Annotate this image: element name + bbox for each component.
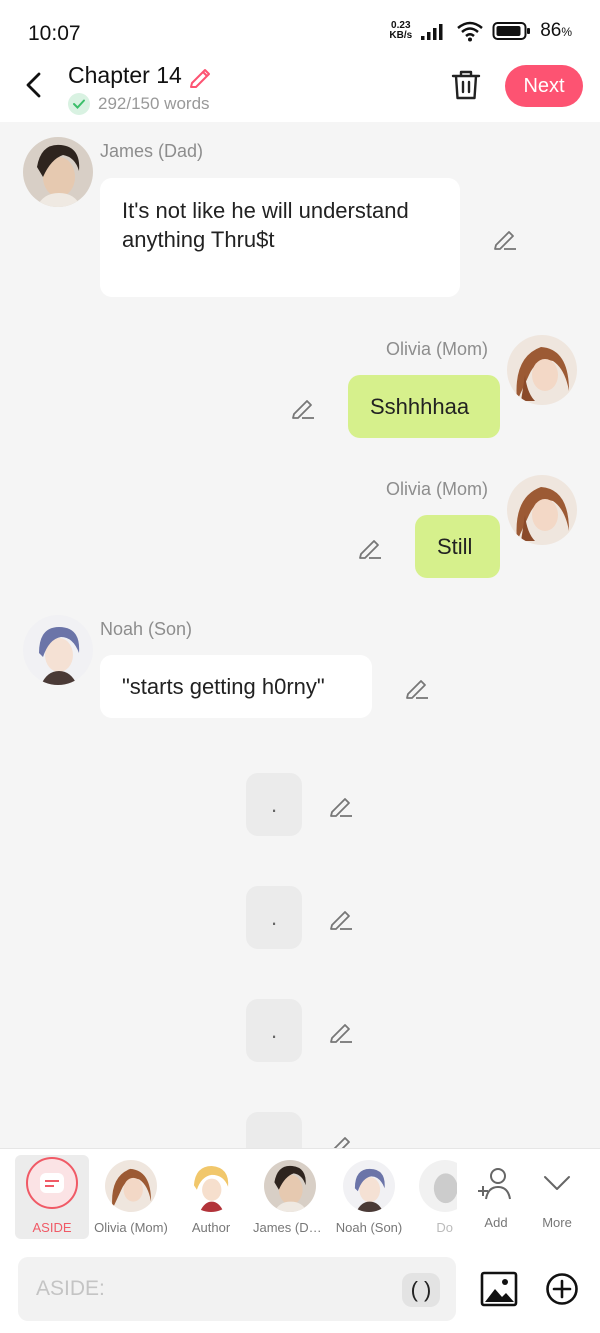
next-button[interactable]: Next (505, 65, 583, 107)
character-author[interactable]: Author (174, 1155, 248, 1239)
wifi-icon (457, 21, 483, 42)
avatar-james[interactable] (23, 137, 93, 207)
speaker-name: Olivia (Mom) (386, 479, 488, 499)
back-arrow-icon[interactable] (18, 68, 52, 102)
message-text: Still (437, 534, 473, 559)
word-count-text: 292/150 words (98, 94, 210, 113)
speaker-name: Noah (Son) (100, 619, 193, 639)
message-bubble[interactable]: "starts getting h0rny" (100, 655, 372, 718)
check-icon (68, 93, 90, 115)
speaker-name: Olivia (Mom) (386, 339, 488, 359)
more-button[interactable]: More (520, 1155, 594, 1239)
character-noah[interactable]: Noah (Son) (332, 1155, 406, 1239)
network-speed: 0.23 KB/s (389, 21, 412, 41)
message-text: Sshhhhaa (370, 394, 470, 419)
word-count: 292/150 words (68, 93, 214, 115)
message-bubble[interactable]: It's not like he will understand anythin… (100, 178, 460, 297)
avatar-partial (419, 1160, 457, 1212)
speaker-name: James (Dad) (100, 141, 204, 161)
chapter-header: Chapter 14 292/150 words Next (0, 60, 600, 122)
chapter-title-text: Chapter 14 (68, 62, 182, 88)
message-text: . (270, 905, 278, 930)
aside-bubble[interactable]: . (246, 999, 302, 1062)
avatar-noah (343, 1160, 395, 1212)
image-icon[interactable] (480, 1271, 518, 1307)
status-bar: 10:07 0.23 KB/s 86% (0, 0, 600, 60)
plus-circle-icon[interactable] (545, 1272, 579, 1306)
message-bubble[interactable]: Still (415, 515, 500, 578)
avatar-noah[interactable] (23, 615, 93, 685)
message-text: It's not like he will understand anythin… (122, 198, 409, 252)
character-label: James (Dad) (253, 1220, 327, 1235)
parentheses-button[interactable]: ( ) (402, 1273, 440, 1307)
edit-pencil-icon[interactable] (328, 905, 354, 931)
more-label: More (542, 1215, 572, 1230)
character-label: ASIDE (32, 1220, 72, 1235)
message-text: . (270, 1018, 278, 1043)
battery-value: 86 (540, 20, 562, 41)
avatar-olivia[interactable] (507, 475, 577, 545)
edit-pencil-icon[interactable] (290, 394, 316, 420)
message-text: . (270, 792, 278, 817)
character-partial[interactable]: Do (411, 1155, 457, 1239)
character-label: Olivia (Mom) (94, 1220, 168, 1235)
edit-pencil-icon[interactable] (492, 225, 518, 251)
title-block: Chapter 14 292/150 words (68, 62, 214, 115)
trash-icon[interactable] (450, 68, 482, 102)
message-text: "starts getting h0rny" (122, 674, 325, 699)
character-selector: ASIDE Olivia (Mom) Author James (Dad) No… (0, 1148, 600, 1246)
message-input[interactable] (18, 1257, 456, 1321)
avatar-olivia[interactable] (507, 335, 577, 405)
edit-pencil-icon[interactable] (357, 534, 383, 560)
aside-bubble[interactable]: . (246, 773, 302, 836)
avatar-author (185, 1160, 237, 1212)
battery-unit: % (561, 25, 572, 39)
battery-icon (492, 22, 531, 40)
chapter-title[interactable]: Chapter 14 (68, 62, 214, 89)
message-bubble[interactable]: Sshhhhaa (348, 375, 500, 438)
character-label: Noah (Son) (335, 1220, 403, 1235)
aside-bubble[interactable]: . (246, 886, 302, 949)
aside-icon (26, 1157, 78, 1209)
edit-pencil-icon[interactable] (328, 1131, 354, 1148)
aside-bubble[interactable] (246, 1112, 302, 1148)
avatar-olivia (105, 1160, 157, 1212)
edit-pencil-icon[interactable] (328, 792, 354, 818)
character-aside[interactable]: ASIDE (15, 1155, 89, 1239)
network-speed-unit: KB/s (389, 30, 413, 41)
character-label: Do (436, 1220, 453, 1235)
character-olivia[interactable]: Olivia (Mom) (94, 1155, 168, 1239)
status-time: 10:07 (28, 22, 81, 45)
add-user-icon (478, 1168, 511, 1200)
avatar-james (264, 1160, 316, 1212)
chevron-down-icon (544, 1176, 570, 1190)
character-label: Author (191, 1220, 231, 1235)
edit-pencil-icon[interactable] (404, 674, 430, 700)
composer: ( ) (0, 1246, 600, 1333)
edit-pencil-icon[interactable] (328, 1018, 354, 1044)
pencil-icon[interactable] (188, 63, 214, 89)
battery-percentage: 86% (540, 20, 572, 42)
signal-icon (421, 24, 443, 40)
character-james[interactable]: James (Dad) (253, 1155, 327, 1239)
status-icons: 0.23 KB/s 86% (389, 20, 572, 42)
